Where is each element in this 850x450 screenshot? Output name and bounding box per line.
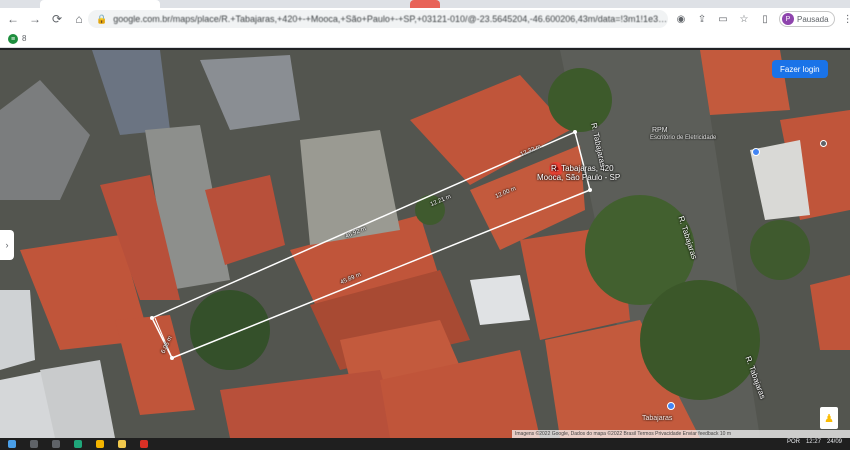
forward-icon[interactable]: →	[26, 10, 44, 28]
lock-icon: 🔒	[96, 13, 108, 24]
satellite-map[interactable]: 12.32 m 46.92 m 12.00 m 45.89 m 6.05 m 1…	[0, 50, 850, 438]
street-view-pegman-icon[interactable]: ♟	[820, 407, 838, 429]
app-icon[interactable]	[140, 440, 148, 448]
pin-address-line1: R. Tabajaras, 420	[551, 164, 614, 173]
profile-button[interactable]: P Pausada	[779, 11, 835, 27]
avatar: P	[782, 13, 794, 25]
collapse-panel-button[interactable]: ›	[0, 230, 14, 260]
menu-icon[interactable]: ⋮	[840, 11, 850, 27]
tab-maps[interactable]	[40, 0, 160, 8]
address-bar[interactable]: 🔒 google.com.br/maps/place/R.+Tabajaras,…	[88, 10, 668, 28]
sidepanel-icon[interactable]: ▯	[757, 11, 773, 27]
search-icon[interactable]	[30, 440, 38, 448]
reload-icon[interactable]: ⟳	[48, 10, 66, 28]
bookmarks-bar: ≡ 8	[0, 30, 850, 48]
place-marker-icon[interactable]	[752, 148, 760, 156]
chrome-icon[interactable]	[96, 440, 104, 448]
share-icon[interactable]: ⇪	[694, 11, 710, 27]
tab-strip	[0, 0, 850, 8]
place-label[interactable]: Escritório de Eletricidade	[650, 135, 716, 141]
location-icon[interactable]: ◉	[673, 11, 689, 27]
clock-date[interactable]: 24/09	[827, 439, 842, 445]
place-marker-icon[interactable]	[820, 140, 827, 147]
windows-start-icon[interactable]	[8, 440, 16, 448]
pin-address-label: R. Tabajaras, 420 Mooca, São Paulo - SP	[537, 164, 620, 182]
chevron-right-icon: ›	[5, 240, 9, 250]
toolbar-actions: ◉ ⇪ ▭ ☆ ▯ P Pausada ⋮	[668, 11, 850, 27]
profile-label: Pausada	[797, 14, 829, 24]
place-marker-icon[interactable]	[667, 402, 675, 410]
os-taskbar: POR 12:27 24/09	[0, 438, 850, 450]
system-tray: POR 12:27 24/09	[781, 439, 842, 445]
bookmark-label[interactable]: 8	[22, 34, 26, 43]
taskview-icon[interactable]	[52, 440, 60, 448]
bookmark-star-icon[interactable]: ☆	[736, 11, 752, 27]
edge-icon[interactable]	[74, 440, 82, 448]
address-url[interactable]: google.com.br/maps/place/R.+Tabajaras,+4…	[113, 14, 668, 24]
bookmark-icon[interactable]: ≡	[8, 34, 18, 44]
signin-button[interactable]: Fazer login	[772, 60, 828, 78]
explorer-icon[interactable]	[118, 440, 126, 448]
language-indicator[interactable]: POR	[787, 439, 800, 445]
place-label[interactable]: RPM	[652, 127, 668, 134]
back-icon[interactable]: ←	[4, 10, 22, 28]
pin-address-line2: Mooca, São Paulo - SP	[537, 173, 621, 182]
cast-icon[interactable]: ▭	[715, 11, 731, 27]
satellite-imagery	[0, 50, 850, 438]
map-attribution: Imagens ©2022 Google, Dados do mapa ©202…	[512, 430, 850, 438]
place-label[interactable]: Tabajaras	[642, 415, 672, 422]
tab-other[interactable]	[410, 0, 440, 8]
home-icon[interactable]: ⌂	[70, 10, 88, 28]
clock-time[interactable]: 12:27	[806, 439, 821, 445]
browser-toolbar: ← → ⟳ ⌂ 🔒 google.com.br/maps/place/R.+Ta…	[0, 8, 850, 30]
